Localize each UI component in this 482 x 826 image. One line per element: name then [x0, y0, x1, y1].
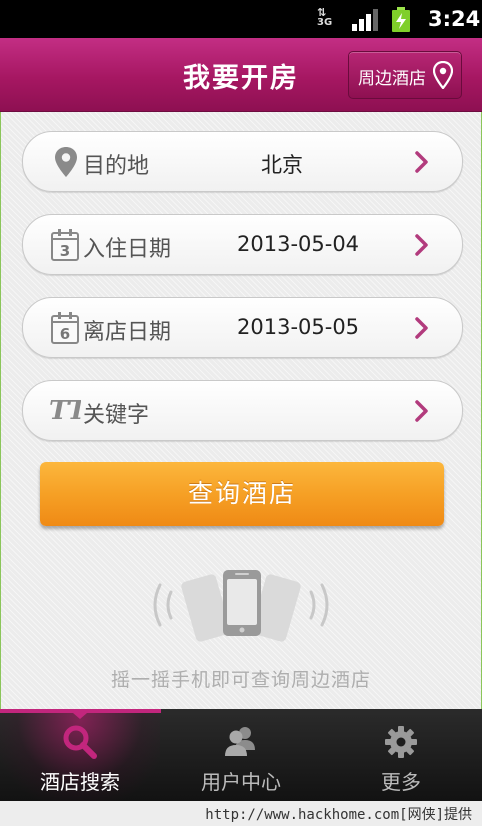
nearby-hotels-label: 周边酒店: [358, 69, 426, 89]
chevron-right-icon: [415, 317, 428, 339]
calendar-icon: 6: [51, 312, 79, 344]
checkin-date-field[interactable]: 3 入住日期 2013-05-04: [22, 214, 463, 275]
checkin-label: 入住日期: [83, 237, 172, 262]
chevron-right-icon: [415, 234, 428, 256]
destination-field[interactable]: 目的地 北京: [22, 131, 463, 192]
search-form-panel: 目的地 北京 3 入住日期 2013-05-04 6 离店日期 2013-05-…: [0, 112, 482, 709]
checkout-value: 2013-05-05: [237, 315, 360, 339]
gear-icon: [385, 726, 417, 758]
text-icon: TT: [49, 396, 81, 425]
signal-strength-icon: [352, 9, 378, 31]
shake-phone-icon: [153, 570, 329, 642]
network-indicator: ⇅ 3G: [317, 7, 333, 28]
destination-value: 北京: [261, 153, 303, 177]
users-icon: [225, 727, 255, 756]
title-bar: 我要开房 周边酒店: [0, 38, 482, 112]
active-tab-pointer: [73, 713, 87, 719]
calendar-icon: 3: [51, 229, 79, 261]
tab-user-center-label: 用户中心: [201, 770, 281, 794]
location-pin-icon: [55, 147, 77, 177]
battery-charging-icon: [392, 7, 410, 32]
checkin-value: 2013-05-04: [237, 232, 360, 256]
nearby-hotels-button[interactable]: 周边酒店: [348, 51, 462, 99]
watermark-bar: http://www.hackhome.com[网侠]提供: [0, 801, 482, 826]
keyword-label: 关键字: [83, 403, 150, 428]
network-type: 3G: [317, 17, 333, 28]
chevron-right-icon: [415, 151, 428, 173]
bottom-tab-bar: 酒店搜索 用户中心 更多: [0, 709, 482, 801]
tab-hotel-search-label: 酒店搜索: [40, 770, 120, 794]
destination-label: 目的地: [83, 154, 150, 179]
checkout-date-field[interactable]: 6 离店日期 2013-05-05: [22, 297, 463, 358]
search-icon: [63, 725, 97, 759]
tab-more-label: 更多: [381, 770, 421, 794]
checkin-calendar-day: 3: [60, 242, 70, 260]
checkout-label: 离店日期: [83, 320, 172, 345]
shake-hint: 摇一摇手机即可查询周边酒店: [110, 669, 371, 691]
search-hotels-button[interactable]: 查询酒店: [40, 462, 444, 526]
tab-user-center[interactable]: 用户中心: [161, 709, 321, 801]
clock: 3:24: [428, 7, 481, 31]
tab-more[interactable]: 更多: [321, 709, 481, 801]
text-icon-glyph: TT: [49, 396, 81, 425]
tab-hotel-search[interactable]: 酒店搜索: [0, 709, 160, 801]
location-pin-icon: [433, 61, 453, 89]
checkout-calendar-day: 6: [60, 325, 70, 343]
keyword-field[interactable]: TT 关键字: [22, 380, 463, 441]
status-bar: ⇅ 3G 3:24: [0, 0, 482, 38]
watermark-text: http://www.hackhome.com[网侠]提供: [205, 807, 472, 823]
chevron-right-icon: [415, 400, 428, 422]
